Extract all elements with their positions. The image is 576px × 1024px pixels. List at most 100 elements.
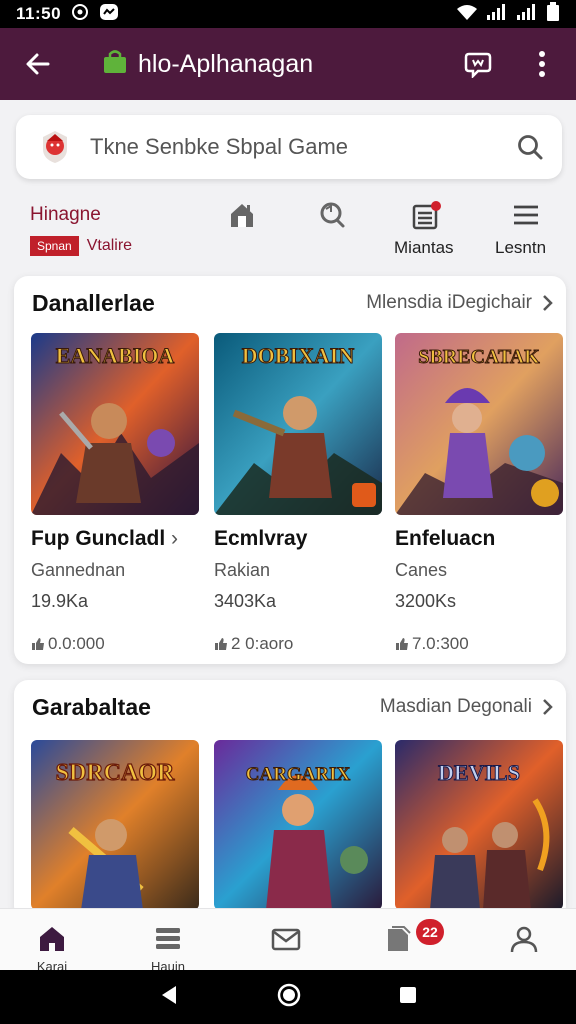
game-rating: 0.0:000 (31, 634, 199, 654)
game-art-title: DOBIXAIN (242, 343, 355, 368)
chevron-right-icon (543, 699, 553, 715)
game-card[interactable]: CARGARIX (214, 740, 382, 910)
game-thumbnail: EANABIOA (31, 333, 199, 515)
profile-icon (510, 926, 538, 953)
nav-downloads[interactable]: 22 (358, 909, 444, 971)
game-card[interactable]: DEVILS (395, 740, 563, 910)
chat-button[interactable] (458, 44, 498, 84)
tab-sublabel: Vtalire (86, 237, 133, 254)
stack-icon (156, 928, 180, 949)
game-title-text: Fup Guncladl (31, 527, 166, 550)
downloads-badge: 22 (416, 919, 444, 945)
circle-home-icon (277, 983, 301, 1006)
thumbs-up-icon (396, 638, 408, 650)
nav-mail[interactable] (246, 909, 326, 971)
game-thumbnail: DOBIXAIN (214, 333, 382, 515)
section-see-more[interactable]: Masdian Degonali (380, 696, 554, 718)
overflow-menu-button[interactable] (522, 44, 562, 84)
tab-refresh-search[interactable] (302, 200, 362, 260)
battery-icon (546, 1, 560, 27)
chat-icon (464, 52, 492, 78)
nav-home[interactable]: Karai (12, 909, 92, 971)
arrow-left-icon (26, 53, 50, 75)
game-art-title: EANABIOA (56, 343, 175, 368)
game-rating: 2 0:aoro (214, 634, 382, 654)
game-thumbnail: DEVILS (395, 740, 563, 910)
nav-stack[interactable]: Hauin (128, 909, 208, 971)
section-card-2: Garabaltae Masdian Degonali SDRCAOR CARG… (14, 680, 566, 920)
at-icon (71, 3, 89, 26)
game-size: 19.9Ka (31, 591, 89, 611)
game-card[interactable]: EANABIOA Fup Guncladl › Gannednan 19.9Ka… (31, 333, 199, 654)
home-icon (40, 927, 64, 951)
tab-badge: Spnan (30, 236, 79, 256)
section-title: Danallerlae (32, 290, 155, 316)
game-title: Enfeluacn (395, 527, 496, 550)
game-category: Canes (395, 560, 448, 580)
tab-hinagne[interactable]: Hinagne Spnan Vtalire (30, 204, 132, 256)
game-title: Fup Guncladl › (31, 527, 199, 551)
tab-label: Hinagne (30, 204, 101, 225)
downloads-icon (388, 926, 411, 951)
app-title-group: hlo-Aplhanagan (102, 49, 313, 80)
signal-2-icon (516, 3, 538, 26)
back-button[interactable] (14, 40, 62, 88)
game-art-title: SDRCAOR (56, 760, 175, 786)
tab-label-miantas: Miantas (394, 238, 454, 257)
square-recents-icon (400, 986, 416, 1003)
game-art-title: SBRECATAK (418, 346, 540, 368)
category-tabs: Hinagne Spnan Vtalire Miantas Lesntn (0, 196, 576, 266)
game-avatar-icon (36, 128, 74, 166)
signal-icon (486, 3, 508, 26)
wifi-icon (456, 3, 478, 26)
house-icon (231, 204, 253, 227)
section-card-1: Danallerlae Mlensdia iDegichair EANABIOA… (14, 276, 566, 664)
status-time: 11:50 (16, 4, 62, 23)
game-card[interactable]: SDRCAOR (31, 740, 199, 910)
search-input[interactable] (90, 134, 512, 160)
game-thumbnail: SDRCAOR (31, 740, 199, 910)
app-bar: hlo-Aplhanagan (0, 28, 576, 100)
thumbs-up-icon (32, 638, 44, 650)
more-vertical-icon (539, 51, 545, 77)
thumbs-up-icon (215, 638, 227, 650)
see-more-label: Mlensdia iDegichair (366, 292, 532, 313)
refresh-search-icon (320, 202, 345, 228)
game-card[interactable]: SBRECATAK Enfeluacn Canes 3200Ks 7.0:300 (395, 333, 563, 654)
app-title: hlo-Aplhanagan (138, 49, 314, 78)
see-more-label: Masdian Degonali (379, 696, 532, 717)
game-card[interactable]: DOBIXAIN Ecmlvray Rakian 3403Ka 2 0:aoro (214, 333, 382, 654)
game-category: Rakian (214, 560, 271, 580)
recents-nav-button[interactable] (398, 985, 418, 1010)
game-title: Ecmlvray (214, 527, 308, 550)
search-button[interactable] (512, 129, 548, 165)
bottom-navigation: Karai Hauin 22 (0, 908, 576, 971)
section-title: Garabaltae (32, 694, 151, 720)
search-bar (16, 115, 562, 179)
home-nav-button[interactable] (276, 982, 302, 1013)
game-category: Gannednan (31, 560, 126, 580)
mail-icon (271, 928, 301, 951)
game-rating-value: 0.0:000 (48, 634, 105, 653)
nav-profile[interactable] (484, 909, 564, 971)
status-bar: 11:50 (0, 0, 576, 28)
game-thumbnail: SBRECATAK (395, 333, 563, 515)
triangle-back-icon (162, 985, 176, 1004)
section-see-more[interactable]: Mlensdia iDegichair (366, 292, 554, 314)
tab-house[interactable] (212, 200, 272, 260)
messenger-icon (99, 3, 119, 26)
game-size: 3200Ks (395, 591, 457, 611)
game-art-title: CARGARIX (246, 764, 351, 785)
game-art-title: DEVILS (438, 760, 520, 785)
game-rating-value: 2 0:aoro (231, 634, 294, 653)
list-icon (412, 201, 441, 230)
chevron-right-icon (543, 295, 553, 311)
game-rating-value: 7.0:300 (412, 634, 469, 653)
system-navigation-bar (0, 970, 576, 1024)
game-rating: 7.0:300 (395, 634, 563, 654)
game-thumbnail: CARGARIX (214, 740, 382, 910)
search-icon (518, 135, 543, 160)
tab-label-lesntn: Lesntn (495, 238, 547, 257)
store-icon (102, 49, 128, 80)
back-nav-button[interactable] (158, 984, 180, 1011)
